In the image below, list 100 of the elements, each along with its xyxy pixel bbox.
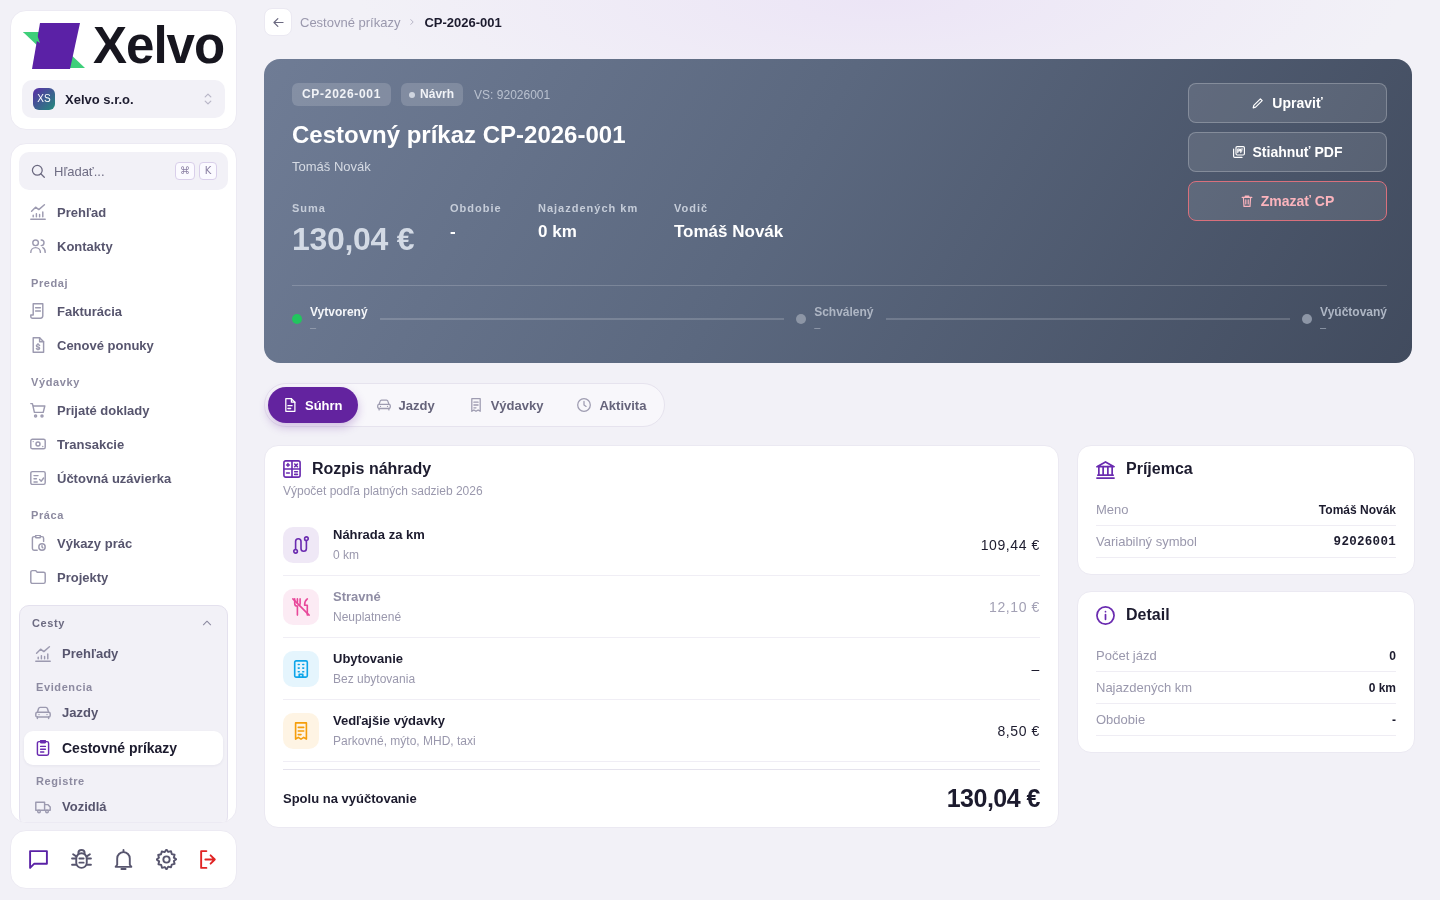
car-icon	[35, 704, 51, 721]
nav-section-label: Výdavky	[30, 375, 81, 390]
stat-value: Tomáš Novák	[674, 221, 784, 243]
clock-icon	[577, 398, 592, 412]
item-amount: 12,10 €	[989, 598, 1040, 615]
document-icon	[30, 303, 46, 319]
document-icon	[283, 398, 297, 412]
order-number-tag: CP-2026-001	[292, 83, 392, 106]
chart-icon	[35, 645, 51, 662]
nav-item[interactable]: Cestovné príkazy	[24, 731, 223, 765]
item-detail: Neuplatnené	[333, 609, 402, 625]
field-value: -	[1392, 712, 1396, 727]
edit-button[interactable]: Upraviť	[1188, 83, 1387, 123]
item-detail: 0 km	[333, 547, 359, 563]
organization-avatar: XS	[33, 88, 55, 110]
step-label: Vytvorený	[310, 304, 368, 320]
info-icon	[1096, 605, 1115, 625]
field-value: Tomáš Novák	[1318, 502, 1396, 517]
chart-icon	[30, 204, 46, 220]
receipt-icon	[468, 398, 483, 412]
bug-icon[interactable]	[70, 849, 92, 870]
stat-label: Najazdených km	[538, 201, 639, 215]
pencil-icon	[1252, 97, 1265, 109]
organization-switcher[interactable]: XS Xelvo s.r.o.	[22, 80, 225, 118]
car-icon	[376, 398, 391, 412]
nav-item[interactable]: Kontakty	[19, 229, 228, 263]
total-amount: 130,04 €	[292, 221, 415, 257]
total-amount: 130,04 €	[946, 783, 1040, 814]
bell-icon[interactable]	[113, 849, 134, 870]
back-button[interactable]	[264, 8, 292, 36]
field-label: Obdobie	[1096, 712, 1146, 727]
item-detail: Parkovné, mýto, MHD, taxi	[333, 733, 476, 749]
tab[interactable]: Výdavky	[453, 387, 559, 423]
tab[interactable]: Aktivita	[562, 387, 662, 423]
bank-icon	[1096, 459, 1115, 479]
status-text: Návrh	[420, 86, 455, 103]
field-value: 0	[1389, 648, 1396, 663]
field-label: Počet jázd	[1096, 648, 1157, 663]
item-amount: –	[1031, 660, 1040, 677]
nav-group-toggle[interactable]: Cesty	[24, 606, 223, 640]
settings-icon[interactable]	[155, 849, 177, 870]
nav-item[interactable]: Prijaté doklady	[19, 393, 228, 427]
chevron-right-icon	[408, 18, 417, 26]
checklist-icon	[30, 470, 46, 486]
nav-item[interactable]: Vozidlá	[24, 793, 223, 820]
trash-icon	[1240, 195, 1253, 207]
cash-icon	[30, 436, 46, 452]
card-title: Detail	[1126, 605, 1170, 625]
card-subtitle: Výpočet podľa platných sadzieb 2026	[283, 483, 483, 499]
variable-symbol: VS: 92026001	[474, 87, 551, 102]
delete-button[interactable]: Zmazať CP	[1188, 181, 1387, 221]
brand-name: Xelvo	[93, 23, 225, 69]
item-detail: Bez ubytovania	[333, 671, 416, 687]
arrow-left-icon	[271, 15, 285, 29]
step-date: –	[1320, 320, 1327, 334]
search-icon	[31, 164, 45, 178]
nav-item[interactable]: Prehľad	[19, 195, 228, 229]
shortcut-key: ⌘	[175, 162, 195, 180]
nav-item[interactable]: Výkazy prác	[19, 526, 228, 560]
nav-item[interactable]: Cenové ponuky	[19, 328, 228, 362]
stat-label: Obdobie	[450, 201, 502, 215]
step-date: –	[814, 320, 821, 334]
download-pdf-button[interactable]: Stiahnuť PDF	[1188, 132, 1387, 172]
shortcut-key: K	[199, 162, 217, 180]
logout-icon[interactable]	[198, 849, 219, 870]
field-label: Variabilný symbol	[1096, 534, 1197, 549]
breadcrumb-current: CP-2026-001	[424, 14, 502, 30]
stat-value: -	[450, 221, 456, 243]
nav-item[interactable]: Transakcie	[19, 427, 228, 461]
page-title: Cestovný príkaz CP-2026-001	[292, 120, 626, 150]
card-title: Rozpis náhrady	[312, 459, 432, 479]
nav-section-label: Registre	[35, 774, 86, 789]
stat-label: Vodič	[674, 201, 709, 215]
nav-section-label: Práca	[30, 508, 65, 523]
nav-item[interactable]: Účtovná uzávierka	[19, 461, 228, 495]
step-label: Schválený	[814, 304, 874, 320]
folder-icon	[30, 569, 46, 585]
clipboard-clock-icon	[30, 535, 46, 551]
stat-label: Suma	[292, 201, 326, 215]
pdf-document-icon	[1232, 146, 1245, 158]
step-label: Vyúčtovaný	[1320, 304, 1387, 320]
item-amount: 8,50 €	[997, 722, 1040, 739]
item-title: Vedľajšie výdavky	[333, 712, 445, 730]
logo-icon	[23, 23, 85, 69]
tab[interactable]: Súhrn	[268, 387, 358, 423]
card-title: Príjemca	[1126, 459, 1193, 479]
calculator-icon	[283, 460, 301, 478]
item-title: Náhrada za km	[333, 526, 425, 544]
chat-icon[interactable]	[28, 849, 49, 870]
status-dot-icon	[409, 91, 416, 98]
total-label: Spolu na vyúčtovanie	[283, 790, 417, 806]
nav-item[interactable]: Prehľady	[24, 640, 223, 667]
truck-icon	[35, 798, 51, 815]
employee-name: Tomáš Novák	[292, 158, 371, 176]
nav-item[interactable]: Fakturácia	[19, 294, 228, 328]
clipboard-icon	[35, 740, 51, 756]
cart-icon	[30, 402, 46, 418]
tab[interactable]: Jazdy	[361, 387, 450, 423]
nav-item[interactable]: Jazdy	[24, 699, 223, 726]
nav-item[interactable]: Projekty	[19, 560, 228, 594]
